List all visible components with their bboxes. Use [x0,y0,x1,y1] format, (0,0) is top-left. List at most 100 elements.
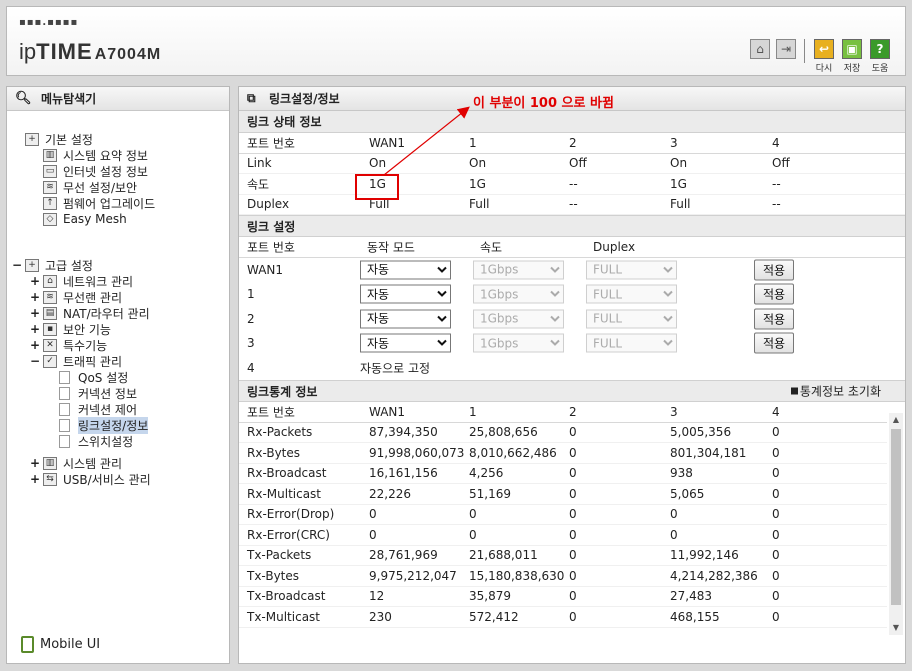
cell-value: 15,180,838,630 [469,568,565,583]
tree-advanced-label: 고급 설정 [45,258,93,273]
speed-select[interactable]: 1Gbps [473,309,564,329]
speed-select[interactable]: 1Gbps [473,260,564,280]
expand-icon[interactable]: + [29,274,41,288]
stats-row: Rx-Packets 87,394,350 25,808,656 0 5,005,356… [239,423,887,443]
port-label: 1 [247,287,255,302]
mobile-ui-link[interactable]: Mobile UI [21,636,100,653]
tree-item-connection-info[interactable]: 커넥션 정보 [59,385,137,401]
collapse-icon[interactable]: − [11,258,23,272]
tree-item-qos[interactable]: QoS 설정 [59,369,128,385]
expand-icon[interactable]: + [29,306,41,320]
row-label: Tx-Bytes [247,568,300,583]
save-button[interactable]: ▣ 저장 [841,39,863,74]
tree-item-special[interactable]: + ✕ 특수기능 [29,337,107,353]
apply-button[interactable]: 적용 [754,283,794,305]
duplex-select[interactable]: FULL [586,284,677,304]
mode-select[interactable]: 자동 [360,309,451,329]
help-icon: ? [870,39,890,59]
speed-select[interactable]: 1Gbps [473,333,564,353]
home-icon[interactable]: ⌂ [750,39,770,59]
apply-button[interactable]: 적용 [754,332,794,354]
tree-item-system-summary[interactable]: ▥ 시스템 요약 정보 [43,147,148,163]
cell-value: 21,688,011 [469,548,538,563]
expand-icon[interactable]: + [29,338,41,352]
cell-value: 16,161,156 [369,466,438,481]
magnifier-icon: 🔍︎ [15,91,32,106]
cell-value: 35,879 [469,589,511,604]
row-label: 속도 [247,177,270,192]
tree-item-label: 특수기능 [63,338,108,353]
tree-item-switch-settings[interactable]: 스위치설정 [59,433,133,449]
stats-row: Rx-Bytes 91,998,060,073 8,010,662,486 0 801,… [239,443,887,464]
scroll-up-icon[interactable]: ▲ [889,413,903,427]
annotation-highlight-box [355,174,399,200]
expand-icon[interactable]: + [29,322,41,336]
tree-item-security[interactable]: + ▪ 보안 기능 [29,321,111,337]
tree-item-traffic[interactable]: − ✓ 트래픽 관리 [29,353,122,369]
logout-icon[interactable]: ⇥ [776,39,796,59]
mode-select[interactable]: 자동 [360,333,451,353]
tree-item-network[interactable]: + ⌂ 네트워크 관리 [29,273,133,289]
section-title: 링크 설정 [247,219,296,234]
redo-button[interactable]: ↩ 다시 [813,39,835,74]
cell-value: 0 [569,527,577,542]
duplex-select[interactable]: FULL [586,260,677,280]
tree-item-wireless-security[interactable]: ≋ 무선 설정/보안 [43,179,137,195]
phone-icon [21,636,34,653]
cell-value: 11,992,146 [670,548,739,563]
mesh-icon: ◇ [43,212,57,226]
expand-icon[interactable]: + [29,290,41,304]
tree-item-easy-mesh[interactable]: ◇ Easy Mesh [43,211,127,227]
tree-basic-settings[interactable]: + 기본 설정 [25,131,93,147]
collapse-icon[interactable]: − [29,354,41,368]
cell-value: 0 [569,507,577,522]
stats-scrollbar[interactable]: ▲ ▼ [889,413,903,635]
reset-stats-link[interactable]: 통계정보 초기화 [790,383,881,400]
settings-row: WAN1 자동 1Gbps FULL 적용 [239,258,905,283]
speed-select[interactable]: 1Gbps [473,284,564,304]
scroll-down-icon[interactable]: ▼ [889,621,903,635]
cell-value: 0 [772,486,780,501]
col-header: 1 [469,135,477,150]
tree-item-link-settings[interactable]: 링크설정/정보 [59,416,149,434]
duplex-select[interactable]: FULL [586,333,677,353]
cell-value: Full [469,197,490,212]
apply-button[interactable]: 적용 [754,308,794,330]
cell-value: 0 [569,425,577,440]
tree-item-firmware-upgrade[interactable]: ↑ 펌웨어 업그레이드 [43,195,155,211]
tree-item-usb-service[interactable]: + ⇆ USB/서비스 관리 [29,471,151,487]
tree-item-internet-settings[interactable]: ▭ 인터넷 설정 정보 [43,163,148,179]
stats-row: Rx-Multicast 22,226 51,169 0 5,065 0 [239,484,887,505]
col-header: 4 [772,404,780,419]
tree-item-wlan[interactable]: + ≋ 무선랜 관리 [29,289,122,305]
tree-item-system-admin[interactable]: + ▥ 시스템 관리 [29,455,122,471]
redo-icon: ↩ [814,39,834,59]
tools-icon: ✕ [43,338,57,352]
apply-button[interactable]: 적용 [754,259,794,281]
menu-explorer-label: 메뉴탐색기 [41,92,97,106]
tree-item-connection-control[interactable]: 커넥션 제어 [59,401,137,417]
cell-value: 8,010,662,486 [469,445,557,460]
mode-select[interactable]: 자동 [360,260,451,280]
reset-stats-label: 통계정보 초기화 [799,384,881,399]
cell-value: 0 [772,466,780,481]
mode-select[interactable]: 자동 [360,284,451,304]
scroll-thumb[interactable] [891,429,901,605]
expand-icon[interactable]: + [29,456,41,470]
col-header: 속도 [480,240,503,255]
cell-value: 801,304,181 [670,445,747,460]
cell-value: -- [772,197,781,212]
duplex-select[interactable]: FULL [586,309,677,329]
wifi-icon: ≋ [43,180,57,194]
row-label: Rx-Error(CRC) [247,527,330,542]
tree-item-label: Easy Mesh [63,212,127,226]
help-label: 도움 [871,64,889,74]
settings-row: 3 자동 1Gbps FULL 적용 [239,331,905,356]
tree-item-nat-router[interactable]: + ▤ NAT/라우터 관리 [29,305,150,321]
stats-row: Rx-Broadcast 16,161,156 4,256 0 938 0 [239,464,887,484]
redo-label: 다시 [815,64,833,74]
help-button[interactable]: ? 도움 [869,39,891,74]
tree-advanced-settings[interactable]: − + 고급 설정 [11,257,93,273]
expand-icon[interactable]: + [29,472,41,486]
cell-value: 0 [369,507,377,522]
